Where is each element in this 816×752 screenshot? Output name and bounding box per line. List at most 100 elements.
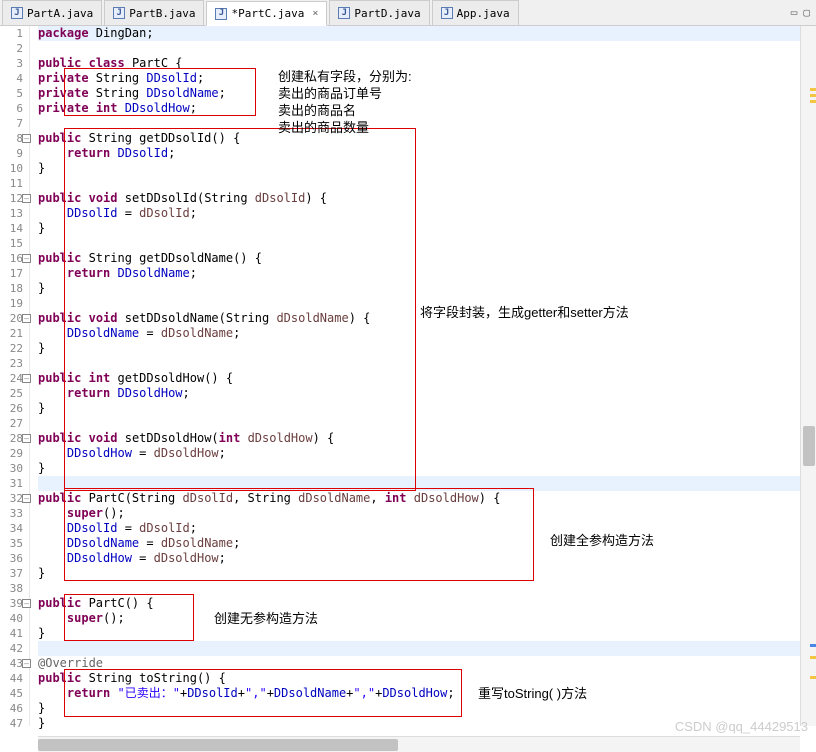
line-number-gutter: 12345678–9101112–13141516–17181920–21222… — [0, 26, 30, 726]
line-number: 31 — [0, 476, 23, 491]
code-line[interactable]: } — [38, 401, 816, 416]
code-line[interactable]: DDsoldHow = dDsoldHow; — [38, 551, 816, 566]
line-number: 4 — [0, 71, 23, 86]
code-line[interactable]: public void setDDsolId(String dDsolId) { — [38, 191, 816, 206]
code-line[interactable] — [38, 476, 816, 491]
line-number: 11 — [0, 176, 23, 191]
code-line[interactable] — [38, 641, 816, 656]
annotation-text: 重写toString( )方法 — [478, 685, 587, 703]
code-line[interactable] — [38, 41, 816, 56]
line-number: 42 — [0, 641, 23, 656]
code-line[interactable] — [38, 116, 816, 131]
line-number: 38 — [0, 581, 23, 596]
code-line[interactable]: return DDsoldHow; — [38, 386, 816, 401]
code-line[interactable]: return DDsolId; — [38, 146, 816, 161]
code-line[interactable] — [38, 236, 816, 251]
code-line[interactable]: } — [38, 221, 816, 236]
java-file-icon: J — [113, 7, 125, 19]
close-icon[interactable]: × — [312, 8, 318, 19]
vertical-scrollbar[interactable] — [800, 26, 816, 726]
editor-tab[interactable]: J *PartC.java × — [206, 1, 327, 26]
code-line[interactable]: } — [38, 701, 816, 716]
line-number: 30 — [0, 461, 23, 476]
line-number: 39– — [0, 596, 23, 611]
code-line[interactable]: package DingDan; — [38, 26, 816, 41]
java-file-icon: J — [11, 7, 23, 19]
code-line[interactable]: public class PartC { — [38, 56, 816, 71]
annotation-text: 创建无参构造方法 — [214, 610, 318, 628]
line-number: 43– — [0, 656, 23, 671]
line-number: 26 — [0, 401, 23, 416]
editor-tab[interactable]: J PartB.java — [104, 0, 204, 25]
line-number: 20– — [0, 311, 23, 326]
line-number: 17 — [0, 266, 23, 281]
line-number: 32– — [0, 491, 23, 506]
editor-tab[interactable]: J PartA.java — [2, 0, 102, 25]
annotation-text: 卖出的商品名 — [278, 102, 356, 120]
code-line[interactable]: private int DDsoldHow; — [38, 101, 816, 116]
line-number: 9 — [0, 146, 23, 161]
tab-label: *PartC.java — [231, 7, 304, 20]
horizontal-scrollbar[interactable] — [38, 736, 800, 752]
code-line[interactable]: DDsolId = dDsolId; — [38, 206, 816, 221]
hscroll-thumb[interactable] — [38, 739, 398, 751]
annotation-text: 卖出的商品数量 — [278, 119, 369, 137]
code-line[interactable] — [38, 356, 816, 371]
line-number: 5 — [0, 86, 23, 101]
code-line[interactable] — [38, 176, 816, 191]
line-number: 28– — [0, 431, 23, 446]
code-line[interactable]: } — [38, 566, 816, 581]
annotation-text: 卖出的商品订单号 — [278, 85, 382, 103]
tab-label: PartA.java — [27, 7, 93, 20]
code-line[interactable]: public PartC(String dDsolId, String dDso… — [38, 491, 816, 506]
code-line[interactable]: super(); — [38, 506, 816, 521]
code-area[interactable]: package DingDan;public class PartC {priv… — [30, 26, 816, 726]
minimize-icon[interactable]: ▭ — [791, 6, 798, 19]
code-line[interactable]: DDsoldName = dDsoldName; — [38, 326, 816, 341]
editor-tab-bar: J PartA.java J PartB.java J *PartC.java × J Part… — [0, 0, 816, 26]
code-line[interactable]: } — [38, 461, 816, 476]
code-line[interactable]: } — [38, 161, 816, 176]
line-number: 47 — [0, 716, 23, 731]
code-line[interactable]: } — [38, 341, 816, 356]
code-line[interactable]: return DDsoldName; — [38, 266, 816, 281]
code-line[interactable]: super(); — [38, 611, 816, 626]
line-number: 18 — [0, 281, 23, 296]
code-line[interactable]: @Override — [38, 656, 816, 671]
java-file-icon: J — [215, 8, 227, 20]
editor-tab[interactable]: JApp.java — [432, 0, 519, 25]
line-number: 35 — [0, 536, 23, 551]
code-line[interactable]: } — [38, 281, 816, 296]
code-line[interactable]: public String getDDsolId() { — [38, 131, 816, 146]
code-line[interactable]: public String toString() { — [38, 671, 816, 686]
line-number: 19 — [0, 296, 23, 311]
code-line[interactable]: public PartC() { — [38, 596, 816, 611]
line-number: 44 — [0, 671, 23, 686]
line-number: 46 — [0, 701, 23, 716]
line-number: 16– — [0, 251, 23, 266]
code-line[interactable]: DDsolId = dDsolId; — [38, 521, 816, 536]
line-number: 10 — [0, 161, 23, 176]
line-number: 7 — [0, 116, 23, 131]
tab-label: PartD.java — [354, 7, 420, 20]
line-number: 3 — [0, 56, 23, 71]
code-line[interactable]: private String DDsoldName; — [38, 86, 816, 101]
code-line[interactable] — [38, 416, 816, 431]
line-number: 23 — [0, 356, 23, 371]
code-line[interactable]: return "已卖出："+DDsolId+","+DDsoldName+","… — [38, 686, 816, 701]
line-number: 34 — [0, 521, 23, 536]
code-line[interactable]: DDsoldName = dDsoldName; — [38, 536, 816, 551]
code-line[interactable] — [38, 581, 816, 596]
maximize-icon[interactable]: ▢ — [803, 6, 810, 19]
tab-label: PartB.java — [129, 7, 195, 20]
code-line[interactable]: } — [38, 626, 816, 641]
editor-tab[interactable]: J PartD.java — [329, 0, 429, 25]
code-line[interactable]: DDsoldHow = dDsoldHow; — [38, 446, 816, 461]
code-line[interactable]: private String DDsolId; — [38, 71, 816, 86]
editor-window-controls: ▭ ▢ — [791, 0, 816, 25]
java-file-icon: J — [338, 7, 350, 19]
code-line[interactable]: public void setDDsoldHow(int dDsoldHow) … — [38, 431, 816, 446]
code-line[interactable]: public int getDDsoldHow() { — [38, 371, 816, 386]
line-number: 36 — [0, 551, 23, 566]
code-line[interactable]: public String getDDsoldName() { — [38, 251, 816, 266]
